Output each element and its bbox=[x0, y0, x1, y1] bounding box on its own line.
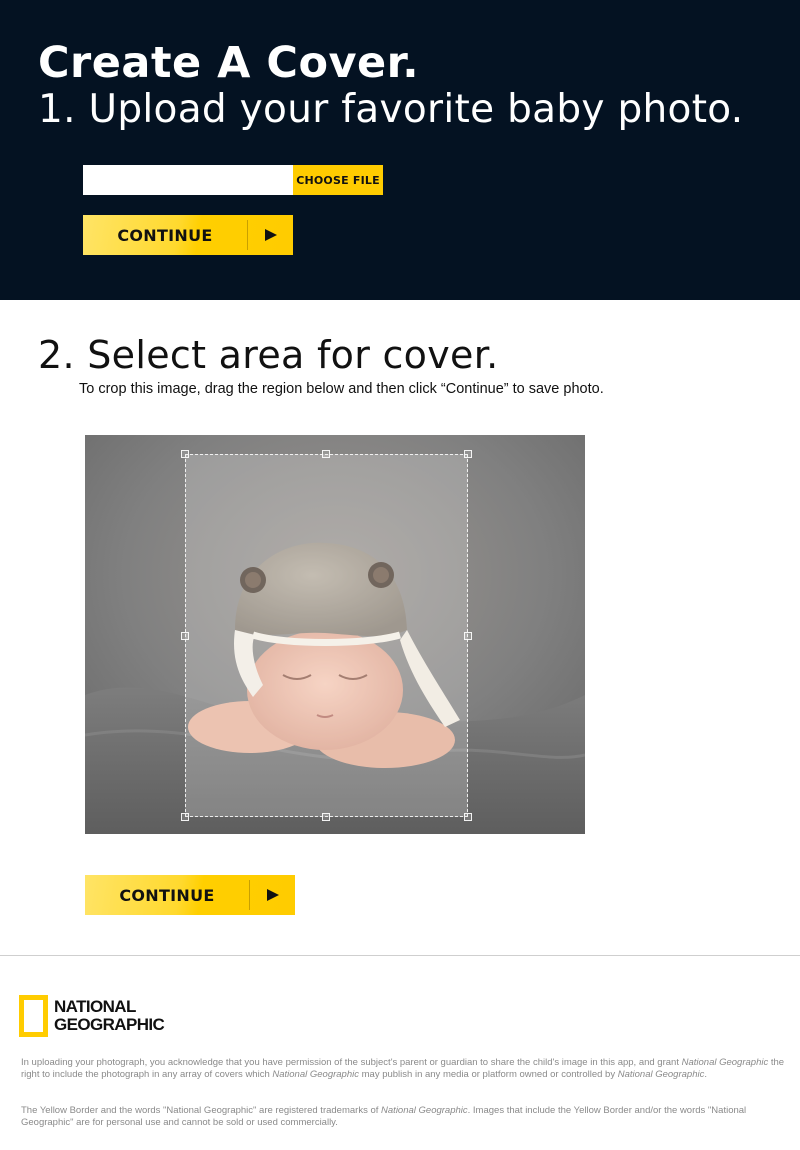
crop-handle-bottom-left[interactable] bbox=[181, 813, 189, 821]
crop-handle-bottom-right[interactable] bbox=[464, 813, 472, 821]
logo-wordmark: NATIONAL GEOGRAPHIC bbox=[54, 997, 165, 1034]
logo-line-2: GEOGRAPHIC bbox=[54, 1015, 165, 1034]
file-name-field[interactable] bbox=[83, 165, 293, 195]
crop-handle-top-right[interactable] bbox=[464, 450, 472, 458]
crop-instructions: To crop this image, drag the region belo… bbox=[79, 381, 604, 397]
continue-label: CONTINUE bbox=[117, 225, 213, 245]
crop-handle-bottom-center[interactable] bbox=[322, 813, 330, 821]
play-arrow-icon bbox=[250, 888, 295, 902]
national-geographic-logo: NATIONAL GEOGRAPHIC bbox=[19, 995, 179, 1039]
continue-crop-button[interactable]: CONTINUE bbox=[85, 875, 295, 915]
step1-heading: 1. Upload your favorite baby photo. bbox=[38, 87, 744, 132]
legal-consent-text: In uploading your photograph, you acknow… bbox=[21, 1057, 785, 1080]
legal-trademark-text: The Yellow Border and the words "Nationa… bbox=[21, 1105, 747, 1128]
file-upload-control: CHOOSE FILE bbox=[83, 165, 383, 195]
crop-handle-top-center[interactable] bbox=[322, 450, 330, 458]
page-title: Create A Cover. bbox=[38, 38, 420, 88]
play-arrow-icon bbox=[248, 228, 293, 242]
yellow-border-logo-icon bbox=[19, 995, 48, 1037]
continue-label: CONTINUE bbox=[119, 885, 215, 905]
continue-upload-button[interactable]: CONTINUE bbox=[83, 215, 293, 255]
crop-handle-middle-right[interactable] bbox=[464, 632, 472, 640]
crop-handle-top-left[interactable] bbox=[181, 450, 189, 458]
uploaded-photo bbox=[85, 435, 585, 834]
choose-file-button[interactable]: CHOOSE FILE bbox=[293, 165, 383, 195]
upload-section: Create A Cover. 1. Upload your favorite … bbox=[0, 0, 800, 300]
footer-divider bbox=[0, 955, 800, 956]
crop-selection-region[interactable] bbox=[181, 450, 472, 821]
step2-heading: 2. Select area for cover. bbox=[38, 333, 499, 377]
logo-line-1: NATIONAL bbox=[54, 997, 136, 1016]
crop-handle-middle-left[interactable] bbox=[181, 632, 189, 640]
